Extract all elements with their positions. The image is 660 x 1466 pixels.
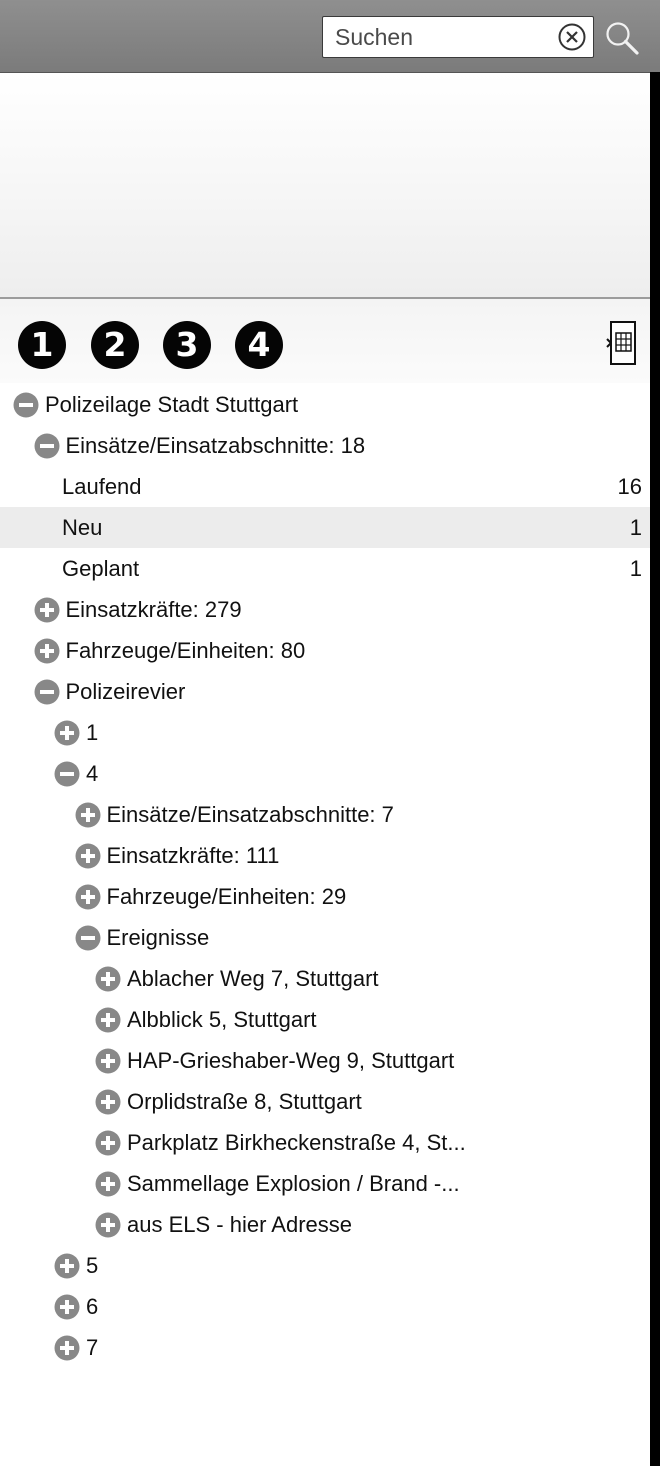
tree-row[interactable]: 7	[0, 1327, 650, 1368]
expand-icon[interactable]	[54, 1335, 80, 1361]
tree-row[interactable]: Einsätze/Einsatzabschnitte: 7	[0, 794, 650, 835]
tree-row-label: Sammellage Explosion / Brand -...	[127, 1171, 460, 1196]
search-box[interactable]	[322, 16, 594, 58]
tree-row[interactable]: Neu 1	[0, 507, 650, 548]
expand-icon[interactable]	[75, 802, 101, 828]
tree-row-label: HAP-Grieshaber-Weg 9, Stuttgart	[127, 1048, 455, 1073]
tree-row-count: 16	[617, 474, 642, 499]
tree-row-label: Ereignisse	[106, 925, 210, 950]
app-window: 1 2 3 4 Polizeilage Stadt Stuttgart Einsä…	[0, 0, 660, 1466]
calculator-icon[interactable]	[606, 319, 638, 367]
empty-panel	[0, 73, 650, 299]
tree-row-label: 1	[86, 720, 99, 745]
tree-row[interactable]: 5	[0, 1245, 650, 1286]
tree-row-label: Fahrzeuge/Einheiten: 80	[65, 638, 306, 663]
tree-row-label: Neu	[62, 515, 103, 540]
tree-row-count: 1	[629, 556, 642, 581]
tree-row-label: Einsätze/Einsatzabschnitte: 7	[106, 802, 394, 827]
tree-row-label: Ablacher Weg 7, Stuttgart	[127, 966, 379, 991]
tree-row-label: Einsatzkräfte: 279	[65, 597, 242, 622]
expand-icon[interactable]	[54, 720, 80, 746]
tree-row[interactable]: Fahrzeuge/Einheiten: 29	[0, 876, 650, 917]
tree-row-label: 4	[86, 761, 99, 786]
collapse-icon[interactable]	[34, 433, 60, 459]
tree-row-label: Geplant	[62, 556, 140, 581]
tree-row-label: Fahrzeuge/Einheiten: 29	[106, 884, 347, 909]
tree-row[interactable]: aus ELS - hier Adresse	[0, 1204, 650, 1245]
toolbar-button-1[interactable]: 1	[18, 321, 66, 369]
clear-circle-icon[interactable]	[557, 22, 587, 52]
tree-row-label: Polizeirevier	[65, 679, 186, 704]
tree-row-count: 1	[629, 515, 642, 540]
expand-icon[interactable]	[95, 1130, 121, 1156]
tree-row[interactable]: Parkplatz Birkheckenstraße 4, St...	[0, 1122, 650, 1163]
expand-icon[interactable]	[54, 1253, 80, 1279]
tree-row-label: aus ELS - hier Adresse	[127, 1212, 353, 1237]
tree-row-label: Polizeilage Stadt Stuttgart	[45, 392, 299, 417]
search-input[interactable]	[323, 17, 553, 57]
tree-row-label: 5	[86, 1253, 99, 1278]
tree-row[interactable]: Orplidstraße 8, Stuttgart	[0, 1081, 650, 1122]
tree-row-label: Laufend	[62, 474, 142, 499]
tree-row-label: Parkplatz Birkheckenstraße 4, St...	[127, 1130, 466, 1155]
collapse-icon[interactable]	[34, 679, 60, 705]
tree-toolbar: 1 2 3 4	[0, 299, 650, 383]
tree-row[interactable]: Laufend 16	[0, 466, 650, 507]
expand-icon[interactable]	[34, 638, 60, 664]
tree-row-label: 7	[86, 1335, 99, 1360]
tree-row[interactable]: Einsätze/Einsatzabschnitte: 18	[0, 425, 650, 466]
collapse-icon[interactable]	[13, 392, 39, 418]
tree-row[interactable]: Ereignisse	[0, 917, 650, 958]
collapse-icon[interactable]	[54, 761, 80, 787]
tree-row[interactable]: Einsatzkräfte: 111	[0, 835, 650, 876]
expand-icon[interactable]	[75, 843, 101, 869]
tree-panel: 1 2 3 4 Polizeilage Stadt Stuttgart Einsä…	[0, 299, 650, 1466]
expand-icon[interactable]	[34, 597, 60, 623]
tree-row[interactable]: Albblick 5, Stuttgart	[0, 999, 650, 1040]
expand-icon[interactable]	[54, 1294, 80, 1320]
tree-row-label: Einsätze/Einsatzabschnitte: 18	[65, 433, 366, 458]
expand-icon[interactable]	[95, 1007, 121, 1033]
tree-row-label: Albblick 5, Stuttgart	[127, 1007, 317, 1032]
tree-row[interactable]: 1	[0, 712, 650, 753]
tree-row-label: 6	[86, 1294, 99, 1319]
tree-row[interactable]: Polizeirevier	[0, 671, 650, 712]
expand-icon[interactable]	[95, 1171, 121, 1197]
expand-icon[interactable]	[95, 1089, 121, 1115]
magnifier-icon[interactable]	[604, 20, 640, 56]
expand-icon[interactable]	[95, 1048, 121, 1074]
tree-row[interactable]: Fahrzeuge/Einheiten: 80	[0, 630, 650, 671]
tree-row[interactable]: HAP-Grieshaber-Weg 9, Stuttgart	[0, 1040, 650, 1081]
collapse-icon[interactable]	[75, 925, 101, 951]
window-edge	[650, 72, 660, 1466]
tree-row[interactable]: Sammellage Explosion / Brand -...	[0, 1163, 650, 1204]
expand-icon[interactable]	[75, 884, 101, 910]
expand-icon[interactable]	[95, 1212, 121, 1238]
tree-row[interactable]: Einsatzkräfte: 279	[0, 589, 650, 630]
expand-icon[interactable]	[95, 966, 121, 992]
tree-row-label: Orplidstraße 8, Stuttgart	[127, 1089, 362, 1114]
search-bar	[0, 0, 660, 73]
tree-row[interactable]: Ablacher Weg 7, Stuttgart	[0, 958, 650, 999]
tree-row[interactable]: Polizeilage Stadt Stuttgart	[0, 384, 650, 425]
toolbar-button-2[interactable]: 2	[91, 321, 139, 369]
tree-row[interactable]: Geplant 1	[0, 548, 650, 589]
toolbar-button-4[interactable]: 4	[235, 321, 283, 369]
tree-row[interactable]: 6	[0, 1286, 650, 1327]
tree-row[interactable]: 4	[0, 753, 650, 794]
tree-row-label: Einsatzkräfte: 111	[106, 843, 280, 868]
toolbar-button-3[interactable]: 3	[163, 321, 211, 369]
